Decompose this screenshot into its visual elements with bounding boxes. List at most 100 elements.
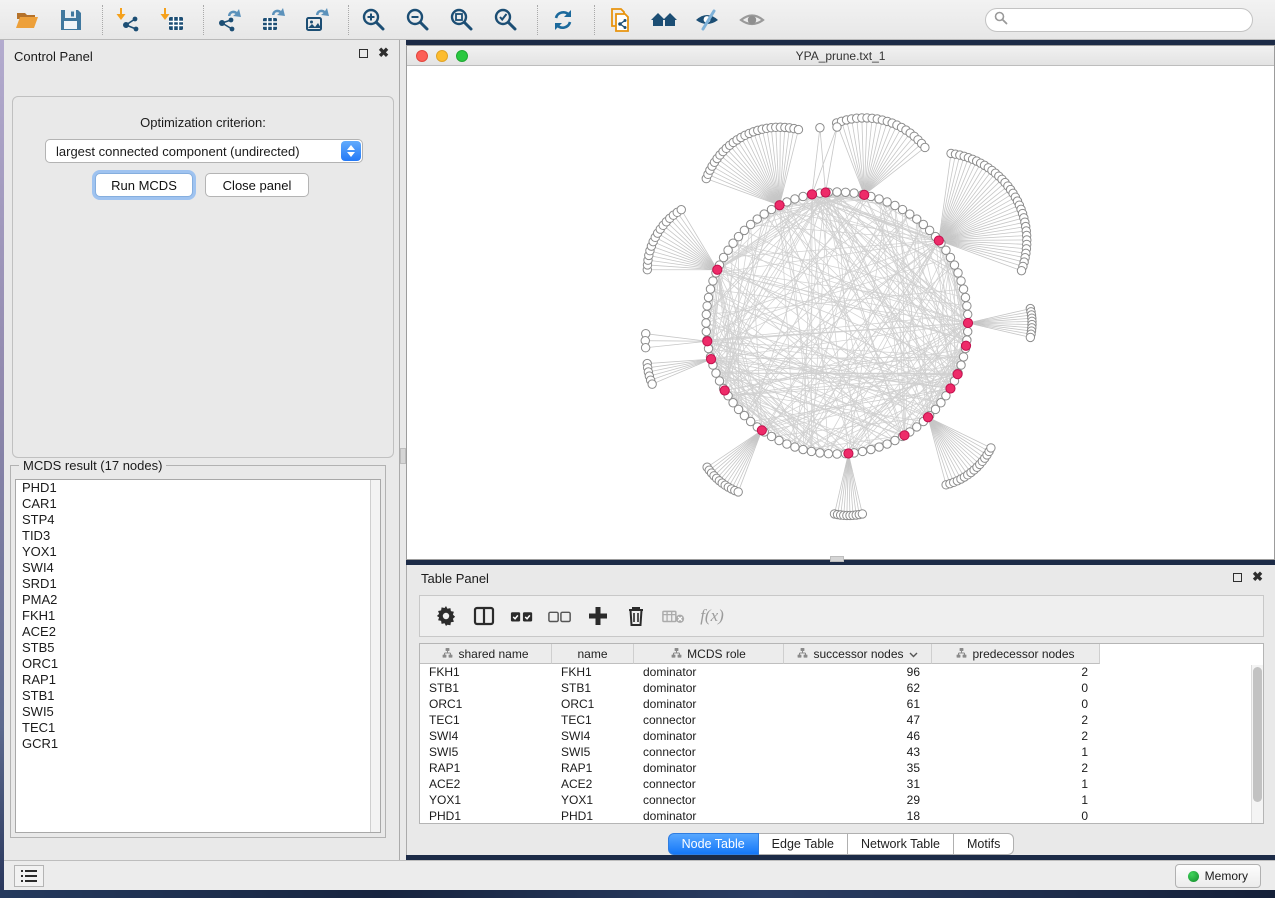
cell-successor-nodes[interactable]: 61 bbox=[784, 696, 932, 712]
cell-MCDS-role[interactable]: dominator bbox=[634, 728, 784, 744]
mcds-result-item[interactable]: TEC1 bbox=[16, 720, 380, 736]
node-table[interactable]: shared namenameMCDS rolesuccessor nodesp… bbox=[419, 643, 1264, 824]
cell-MCDS-role[interactable]: dominator bbox=[634, 760, 784, 776]
zoom-out-icon[interactable] bbox=[403, 5, 433, 35]
deselect-all-icon[interactable] bbox=[548, 604, 572, 628]
cell-name[interactable]: ORC1 bbox=[552, 696, 634, 712]
optimization-criterion-select[interactable]: largest connected component (undirected) bbox=[45, 139, 363, 163]
table-scrollbar[interactable] bbox=[1251, 665, 1263, 823]
table-row[interactable]: STB1STB1dominator620 bbox=[420, 680, 1263, 696]
open-file-icon[interactable] bbox=[12, 5, 42, 35]
cell-name[interactable]: YOX1 bbox=[552, 792, 634, 808]
mcds-result-item[interactable]: GCR1 bbox=[16, 736, 380, 752]
cell-successor-nodes[interactable]: 47 bbox=[784, 712, 932, 728]
table-row[interactable]: SWI4SWI4dominator462 bbox=[420, 728, 1263, 744]
table-row[interactable]: SWI5SWI5connector431 bbox=[420, 744, 1263, 760]
cell-shared-name[interactable]: PHD1 bbox=[420, 808, 552, 824]
column-header-name[interactable]: name bbox=[552, 644, 634, 664]
mcds-result-item[interactable]: STP4 bbox=[16, 512, 380, 528]
mcds-result-item[interactable]: PMA2 bbox=[16, 592, 380, 608]
cell-successor-nodes[interactable]: 43 bbox=[784, 744, 932, 760]
first-neighbors-icon[interactable] bbox=[649, 5, 679, 35]
delete-column-trash-icon[interactable] bbox=[624, 604, 648, 628]
tab-network-table[interactable]: Network Table bbox=[848, 833, 954, 855]
cell-successor-nodes[interactable]: 62 bbox=[784, 680, 932, 696]
network-canvas[interactable] bbox=[407, 66, 1274, 559]
mcds-result-item[interactable]: CAR1 bbox=[16, 496, 380, 512]
cell-name[interactable]: ACE2 bbox=[552, 776, 634, 792]
cell-successor-nodes[interactable]: 18 bbox=[784, 808, 932, 824]
cell-predecessor-nodes[interactable]: 1 bbox=[932, 776, 1100, 792]
cell-successor-nodes[interactable]: 35 bbox=[784, 760, 932, 776]
refresh-icon[interactable] bbox=[548, 5, 578, 35]
mcds-result-item[interactable]: YOX1 bbox=[16, 544, 380, 560]
new-network-from-selection-icon[interactable] bbox=[605, 5, 635, 35]
close-panel-icon[interactable]: ✖ bbox=[378, 48, 389, 58]
cell-shared-name[interactable]: STB1 bbox=[420, 680, 552, 696]
cell-shared-name[interactable]: SWI4 bbox=[420, 728, 552, 744]
cell-shared-name[interactable]: FKH1 bbox=[420, 664, 552, 680]
table-row[interactable]: FKH1FKH1dominator962 bbox=[420, 664, 1263, 680]
mcds-result-item[interactable]: PHD1 bbox=[16, 480, 380, 496]
tab-node-table[interactable]: Node Table bbox=[668, 833, 759, 855]
mcds-result-item[interactable]: STB1 bbox=[16, 688, 380, 704]
table-row[interactable]: TEC1TEC1connector472 bbox=[420, 712, 1263, 728]
cell-predecessor-nodes[interactable]: 1 bbox=[932, 792, 1100, 808]
search-box[interactable] bbox=[985, 8, 1253, 32]
mcds-result-item[interactable]: TID3 bbox=[16, 528, 380, 544]
mcds-result-item[interactable]: SWI5 bbox=[16, 704, 380, 720]
mcds-result-item[interactable]: FKH1 bbox=[16, 608, 380, 624]
cell-predecessor-nodes[interactable]: 0 bbox=[932, 808, 1100, 824]
import-network-icon[interactable] bbox=[113, 5, 143, 35]
cell-MCDS-role[interactable]: connector bbox=[634, 744, 784, 760]
cell-MCDS-role[interactable]: dominator bbox=[634, 664, 784, 680]
tab-edge-table[interactable]: Edge Table bbox=[759, 833, 848, 855]
mcds-result-item[interactable]: SWI4 bbox=[16, 560, 380, 576]
cell-predecessor-nodes[interactable]: 2 bbox=[932, 712, 1100, 728]
cell-shared-name[interactable]: SWI5 bbox=[420, 744, 552, 760]
cell-MCDS-role[interactable]: connector bbox=[634, 712, 784, 728]
cell-name[interactable]: FKH1 bbox=[552, 664, 634, 680]
cell-name[interactable]: SWI5 bbox=[552, 744, 634, 760]
mcds-result-item[interactable]: ACE2 bbox=[16, 624, 380, 640]
cell-shared-name[interactable]: ORC1 bbox=[420, 696, 552, 712]
cell-name[interactable]: PHD1 bbox=[552, 808, 634, 824]
add-column-icon[interactable] bbox=[586, 604, 610, 628]
select-all-icon[interactable] bbox=[510, 604, 534, 628]
cell-predecessor-nodes[interactable]: 1 bbox=[932, 744, 1100, 760]
cell-successor-nodes[interactable]: 96 bbox=[784, 664, 932, 680]
cell-successor-nodes[interactable]: 31 bbox=[784, 776, 932, 792]
zoom-fit-icon[interactable] bbox=[447, 5, 477, 35]
zoom-selected-icon[interactable] bbox=[491, 5, 521, 35]
cell-MCDS-role[interactable]: dominator bbox=[634, 808, 784, 824]
network-window-titlebar[interactable]: YPA_prune.txt_1 bbox=[407, 46, 1274, 66]
close-panel-button[interactable]: Close panel bbox=[205, 173, 309, 197]
column-header-successor-nodes[interactable]: successor nodes bbox=[784, 644, 932, 664]
cell-predecessor-nodes[interactable]: 2 bbox=[932, 760, 1100, 776]
horizontal-splitter-grip[interactable] bbox=[830, 556, 844, 562]
mcds-result-list[interactable]: PHD1CAR1STP4TID3YOX1SWI4SRD1PMA2FKH1ACE2… bbox=[15, 479, 381, 833]
table-settings-gear-icon[interactable] bbox=[434, 604, 458, 628]
cell-name[interactable]: RAP1 bbox=[552, 760, 634, 776]
memory-button[interactable]: Memory bbox=[1175, 864, 1261, 888]
mcds-result-item[interactable]: ORC1 bbox=[16, 656, 380, 672]
cell-name[interactable]: STB1 bbox=[552, 680, 634, 696]
search-input[interactable] bbox=[1008, 13, 1252, 27]
table-scrollbar-thumb[interactable] bbox=[1253, 667, 1262, 802]
table-row[interactable]: ORC1ORC1dominator610 bbox=[420, 696, 1263, 712]
table-row[interactable]: ACE2ACE2connector311 bbox=[420, 776, 1263, 792]
cell-shared-name[interactable]: ACE2 bbox=[420, 776, 552, 792]
export-image-icon[interactable] bbox=[302, 5, 332, 35]
column-header-MCDS-role[interactable]: MCDS role bbox=[634, 644, 784, 664]
table-row[interactable]: RAP1RAP1dominator352 bbox=[420, 760, 1263, 776]
save-session-icon[interactable] bbox=[56, 5, 86, 35]
cell-successor-nodes[interactable]: 29 bbox=[784, 792, 932, 808]
cell-predecessor-nodes[interactable]: 0 bbox=[932, 680, 1100, 696]
export-table-icon[interactable] bbox=[258, 5, 288, 35]
tab-motifs[interactable]: Motifs bbox=[954, 833, 1014, 855]
cell-MCDS-role[interactable]: connector bbox=[634, 792, 784, 808]
cell-name[interactable]: TEC1 bbox=[552, 712, 634, 728]
mcds-result-item[interactable]: SRD1 bbox=[16, 576, 380, 592]
mcds-result-item[interactable]: RAP1 bbox=[16, 672, 380, 688]
run-mcds-button[interactable]: Run MCDS bbox=[95, 173, 193, 197]
